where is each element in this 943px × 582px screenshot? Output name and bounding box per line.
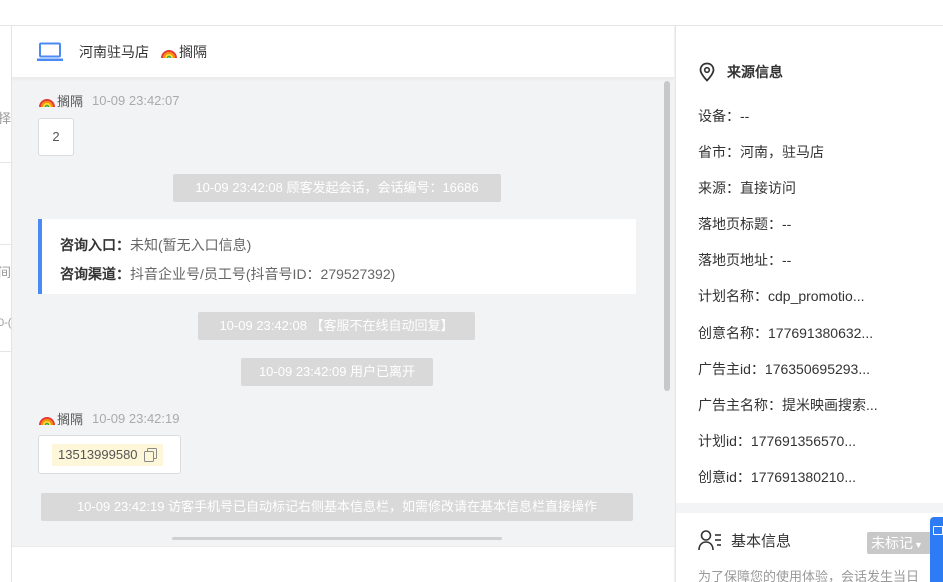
usage-notice: 为了保障您的使用体验，会话发生当日 [698,569,920,582]
field-plan-name: 计划名称：cdp_promotio... [698,286,865,306]
field-value: 直接访问 [740,180,796,196]
field-label: 广告主名称： [698,397,782,413]
message-time: 10-09 23:42:19 [92,411,180,426]
peek-text-a: 择 [0,108,11,127]
phone-message-bubble: 13513999580 [38,435,181,474]
person-icon [698,530,721,551]
visitor-info-panel: 来源信息 设备：-- 省市：河南，驻马店 来源：直接访问 落地页标题：-- 落地… [675,26,943,582]
field-value: 提米映画搜索... [782,397,878,413]
field-province-city: 省市：河南，驻马店 [698,142,824,162]
field-value: 176350695293... [764,361,871,377]
field-creative-id: 创意id：177691380210... [698,467,856,487]
scroll-indicator [172,537,502,540]
field-value: -- [740,108,750,124]
visitor-name-label: 搁隔 [179,43,207,60]
location-pin-icon [699,62,715,82]
field-label: 计划id： [698,433,751,449]
phone-number-tag[interactable]: 13513999580 [52,444,163,466]
consult-entry-label: 咨询入口： [60,237,130,253]
source-info-label: 来源信息 [727,64,783,80]
system-message: 10-09 23:42:08 顾客发起会话，会话编号：16686 [173,174,501,202]
field-label: 创意id： [698,469,751,485]
chat-input-area[interactable] [12,546,674,582]
sender-name: 搁隔 [57,94,84,109]
peek-text-c: 0-( [0,317,12,329]
laptop-icon [37,42,63,61]
consult-info-card: 咨询入口：未知(暂无入口信息) 咨询渠道：抖音企业号/员工号(抖音号ID：279… [38,219,636,294]
field-advertiser-name: 广告主名称：提米映画搜索... [698,395,878,415]
message-bubble: 2 [38,118,74,156]
shop-name: 河南驻马店 [79,43,149,60]
rainbow-icon [39,98,55,107]
field-value: 177691356570... [750,433,857,449]
chat-scrollbar[interactable] [664,81,670,391]
message-header: 搁隔 10-09 23:42:07 [39,91,179,110]
system-message: 10-09 23:42:19 访客手机号已自动标记右侧基本信息栏，如需修改请在基… [41,493,633,521]
field-value: 177691380210... [750,469,857,485]
mark-status-dropdown[interactable]: 未标记▼ [867,532,931,554]
consult-channel-value: 抖音企业号/员工号(抖音号ID：279527392) [130,266,396,282]
rainbow-icon [161,49,177,58]
consult-channel-row: 咨询渠道：抖音企业号/员工号(抖音号ID：279527392) [60,260,636,289]
field-landing-url: 落地页地址：-- [698,250,791,270]
basic-info-label: 基本信息 [731,532,792,550]
field-label: 设备： [698,108,740,124]
caret-down-icon: ▼ [914,540,923,550]
basic-info-title: 基本信息 [698,529,791,551]
peek-divider [0,351,11,352]
field-device: 设备：-- [698,106,749,126]
field-label: 落地页地址： [698,252,782,268]
consult-entry-row: 咨询入口：未知(暂无入口信息) [60,231,636,260]
field-label: 创意名称： [698,325,768,341]
phone-number: 13513999580 [58,447,138,462]
field-advertiser-id: 广告主id：176350695293... [698,359,870,379]
peek-divider [0,162,11,163]
field-label: 落地页标题： [698,216,782,232]
visitor-name[interactable]: 搁隔 [161,42,207,62]
system-message: 10-09 23:42:08 【客服不在线自动回复】 [198,312,475,340]
message-header: 搁隔 10-09 23:42:19 [39,409,179,428]
field-value: 河南，驻马店 [740,144,824,160]
chat-header: 河南驻马店 搁隔 [12,26,674,78]
peek-divider [0,244,11,245]
system-message: 10-09 23:42:09 用户已离开 [241,358,433,386]
field-value: -- [782,252,792,268]
background-panel-edge: 择 间 0-( [0,26,12,582]
top-bar [0,0,943,26]
rainbow-icon [39,416,55,425]
field-value: cdp_promotio... [768,288,865,304]
section-divider [676,503,943,513]
field-label: 计划名称： [698,288,768,304]
copy-icon[interactable] [143,448,157,462]
consult-channel-label: 咨询渠道： [60,266,130,282]
field-label: 来源： [698,180,740,196]
source-info-title: 来源信息 [698,62,783,82]
peek-text-b: 间 [0,262,11,281]
chat-panel: 河南驻马店 搁隔 搁隔 10-09 23:42:07 2 10-09 23:42… [12,26,674,582]
consult-entry-value: 未知(暂无入口信息) [130,237,252,253]
field-creative-name: 创意名称：177691380632... [698,323,873,343]
mark-status-label: 未标记 [871,535,913,551]
field-source: 来源：直接访问 [698,178,796,198]
field-label: 广告主id： [698,361,765,377]
message-time: 10-09 23:42:07 [92,93,180,108]
sender-name: 搁隔 [57,412,84,427]
chat-icon [933,526,943,535]
field-landing-title: 落地页标题：-- [698,214,791,234]
field-plan-id: 计划id：177691356570... [698,431,856,451]
floating-side-button[interactable] [930,517,943,582]
field-label: 省市： [698,144,740,160]
field-value: -- [782,216,792,232]
field-value: 177691380632... [768,325,874,341]
